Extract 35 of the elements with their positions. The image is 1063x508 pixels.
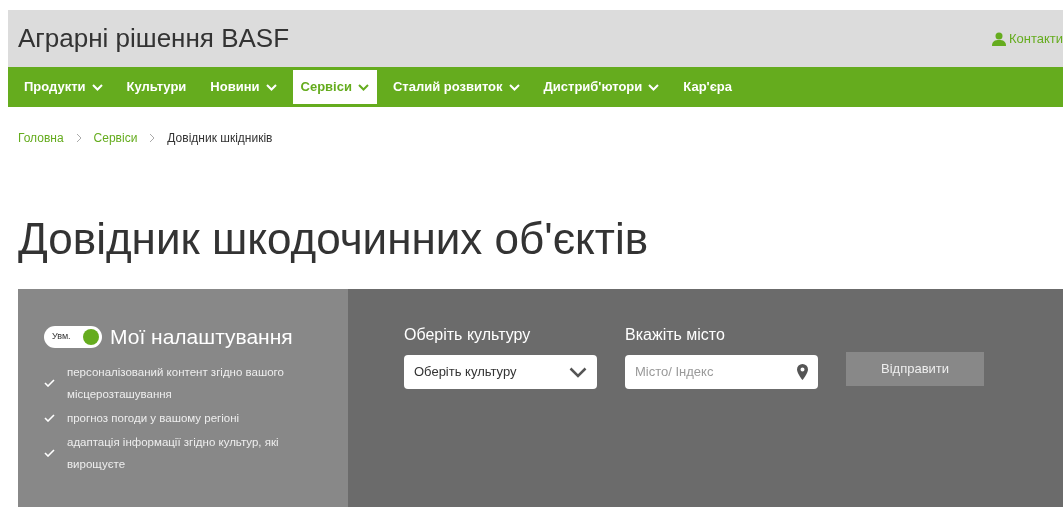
field-label: Оберіть культуру (404, 325, 532, 345)
nav-item[interactable]: Дистриб'ютори (535, 70, 668, 104)
breadcrumb-link[interactable]: Сервіси (93, 129, 138, 147)
site-title: Аграрні рішення BASF (18, 22, 290, 55)
settings-title: Мої налаштування (110, 324, 293, 350)
check-icon (44, 448, 55, 457)
field-label: Вкажіть місто (625, 325, 726, 345)
chevron-down-icon (265, 83, 277, 91)
chevron-down-icon (648, 83, 660, 91)
contacts-link[interactable]: Контакти (991, 28, 1063, 49)
chevron-down-icon (357, 83, 369, 91)
benefit-text: адаптація інформації згідно культур, які вирощуєте (67, 434, 280, 472)
nav-item[interactable]: Культури (118, 70, 195, 104)
chevron-down-icon (91, 83, 103, 91)
nav-item[interactable]: Сервіси (292, 70, 377, 104)
chevron-right-icon (75, 133, 82, 143)
nav-item[interactable]: Сталий розвиток (384, 70, 528, 104)
breadcrumb-link[interactable]: Головна (18, 129, 64, 147)
nav-item[interactable]: Кар'єра (675, 70, 741, 104)
chevron-right-icon (149, 133, 156, 143)
page-title: Довідник шкодочинних об'єктів (18, 217, 650, 261)
breadcrumb-current: Довідник шкідників (167, 130, 273, 147)
city-field[interactable]: Місто/ Індекс (625, 355, 818, 389)
location-pin-icon (797, 364, 808, 380)
check-icon (44, 378, 55, 387)
culture-select[interactable]: Оберіть культуру (404, 355, 597, 389)
check-icon (44, 413, 55, 422)
chevron-down-icon (569, 366, 587, 378)
person-icon (991, 31, 1006, 46)
nav-item[interactable]: Новини (202, 70, 285, 104)
chevron-down-icon (508, 83, 520, 91)
nav-item[interactable]: Продукти (16, 70, 111, 104)
submit-button[interactable]: Відправити (846, 352, 984, 386)
settings-toggle[interactable]: Увм. (44, 325, 102, 348)
benefit-text: прогноз погоди у вашому регіоні (67, 410, 240, 426)
